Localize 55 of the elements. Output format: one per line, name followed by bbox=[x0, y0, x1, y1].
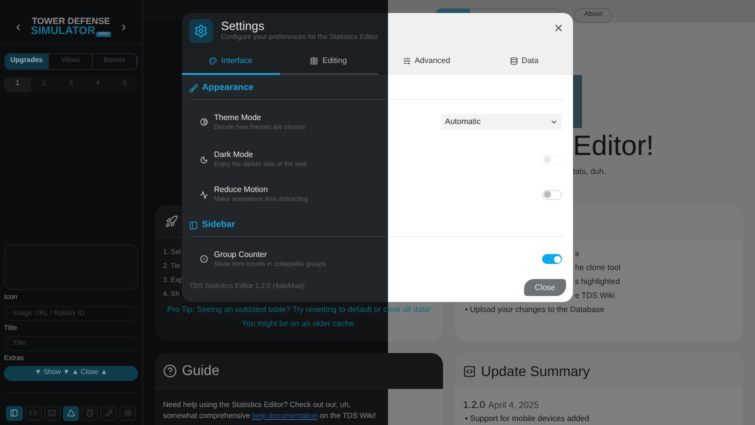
hero-title: Editor! bbox=[573, 130, 655, 162]
close-dialog-button[interactable]: Close bbox=[524, 279, 566, 296]
feature-text: e TDS Wiki bbox=[575, 290, 615, 302]
settings-icon bbox=[124, 409, 132, 417]
next-arrow[interactable]: › bbox=[121, 16, 126, 37]
settings-tab[interactable]: Interface bbox=[182, 48, 280, 75]
section-heading: Sidebar bbox=[202, 218, 236, 232]
toggle-switch[interactable] bbox=[542, 254, 562, 264]
date-text: April 4, 2025 bbox=[488, 399, 539, 412]
keyboard-icon bbox=[48, 409, 56, 417]
settings-tab[interactable]: Editing bbox=[280, 48, 378, 75]
image-placeholder bbox=[573, 75, 582, 128]
setting-title: Reduce Motion bbox=[214, 185, 269, 195]
update-item: • Support for mobile devices added bbox=[464, 413, 590, 425]
feature-text: s bbox=[575, 248, 579, 260]
pencil-icon bbox=[104, 409, 113, 417]
help-icon bbox=[163, 364, 177, 378]
card-title: Update Summary bbox=[481, 362, 590, 381]
chevron-icon bbox=[550, 118, 558, 126]
tool-button[interactable] bbox=[6, 406, 23, 420]
previous-arrow[interactable]: ‹ bbox=[16, 16, 21, 37]
table-icon bbox=[310, 56, 318, 65]
calculator-icon bbox=[86, 409, 94, 417]
brush-icon bbox=[189, 84, 198, 92]
pulse-icon bbox=[200, 190, 208, 198]
sliders-icon bbox=[402, 56, 411, 65]
setting-title: Group Counter bbox=[214, 250, 268, 260]
toggle-switch[interactable] bbox=[542, 190, 562, 200]
close-button[interactable]: × bbox=[554, 21, 563, 36]
theme-select[interactable]: Automatic bbox=[441, 114, 562, 130]
triangle-icon bbox=[67, 409, 75, 417]
database-icon bbox=[510, 56, 518, 65]
card-title: Guide bbox=[182, 361, 220, 380]
gear-icon bbox=[189, 18, 213, 43]
counter-icon bbox=[200, 255, 208, 263]
sidebar-icon bbox=[189, 220, 198, 230]
palette-icon bbox=[209, 56, 218, 65]
settings-tab[interactable]: Advanced bbox=[378, 48, 476, 75]
dialog-title: Settings bbox=[221, 18, 266, 33]
setting-title: Dark Mode bbox=[214, 150, 254, 160]
rocket-icon bbox=[165, 214, 178, 228]
feature-text: s highlighted bbox=[575, 276, 620, 288]
moon-icon bbox=[200, 156, 208, 164]
notes-icon bbox=[463, 364, 476, 378]
feature-text: he clone tool bbox=[575, 262, 620, 274]
hero-subtitle: tats, duh. bbox=[573, 166, 607, 178]
code-icon bbox=[29, 409, 38, 417]
feature-text: • Upload your changes to the Database bbox=[465, 304, 604, 316]
section-heading: Appearance bbox=[202, 81, 254, 94]
setting-title: Theme Mode bbox=[214, 112, 262, 122]
panel-icon bbox=[10, 409, 18, 417]
tool-button[interactable] bbox=[62, 406, 80, 420]
settings-tab[interactable]: Data bbox=[475, 48, 573, 75]
contrast-icon bbox=[200, 118, 208, 126]
version-text: 1.2.0 bbox=[463, 399, 486, 413]
